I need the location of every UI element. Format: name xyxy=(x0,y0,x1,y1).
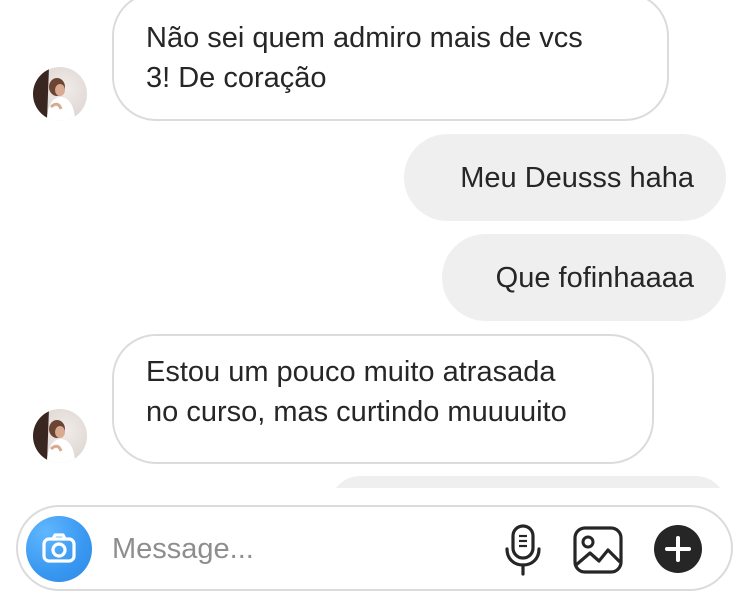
message-line: no curso, mas curtindo muuuuito xyxy=(146,396,567,428)
more-options-button[interactable] xyxy=(654,525,702,573)
message-composer xyxy=(16,505,733,591)
message-text: Meu Deusss haha xyxy=(460,161,694,194)
microphone-icon xyxy=(505,524,541,576)
plus-icon xyxy=(654,525,702,573)
message-text: Que fofinhaaaa xyxy=(495,261,694,294)
camera-icon xyxy=(42,533,76,563)
message-line: Estou um pouco muito atrasada xyxy=(146,356,556,388)
outgoing-message[interactable]: Que fofinhaaaa xyxy=(442,234,726,321)
gallery-icon xyxy=(573,526,623,574)
incoming-message[interactable]: Não sei quem admiro mais de vcs 3! De co… xyxy=(112,0,669,121)
avatar-photo-icon xyxy=(33,67,87,121)
outgoing-message[interactable]: Meu Deusss haha xyxy=(404,134,726,221)
message-line: 3! De coração xyxy=(146,62,327,94)
message-line: Não sei quem admiro mais de vcs xyxy=(146,22,583,54)
avatar-photo-icon xyxy=(33,409,87,463)
incoming-message[interactable]: Estou um pouco muito atrasada no curso, … xyxy=(112,334,654,464)
outgoing-message-partial[interactable] xyxy=(330,476,726,488)
avatar[interactable] xyxy=(33,67,87,121)
message-thread[interactable]: Não sei quem admiro mais de vcs 3! De co… xyxy=(0,0,749,488)
gallery-button[interactable] xyxy=(572,525,624,575)
avatar[interactable] xyxy=(33,409,87,463)
message-input[interactable] xyxy=(112,527,472,571)
voice-message-button[interactable] xyxy=(502,523,544,577)
camera-button[interactable] xyxy=(26,516,92,582)
